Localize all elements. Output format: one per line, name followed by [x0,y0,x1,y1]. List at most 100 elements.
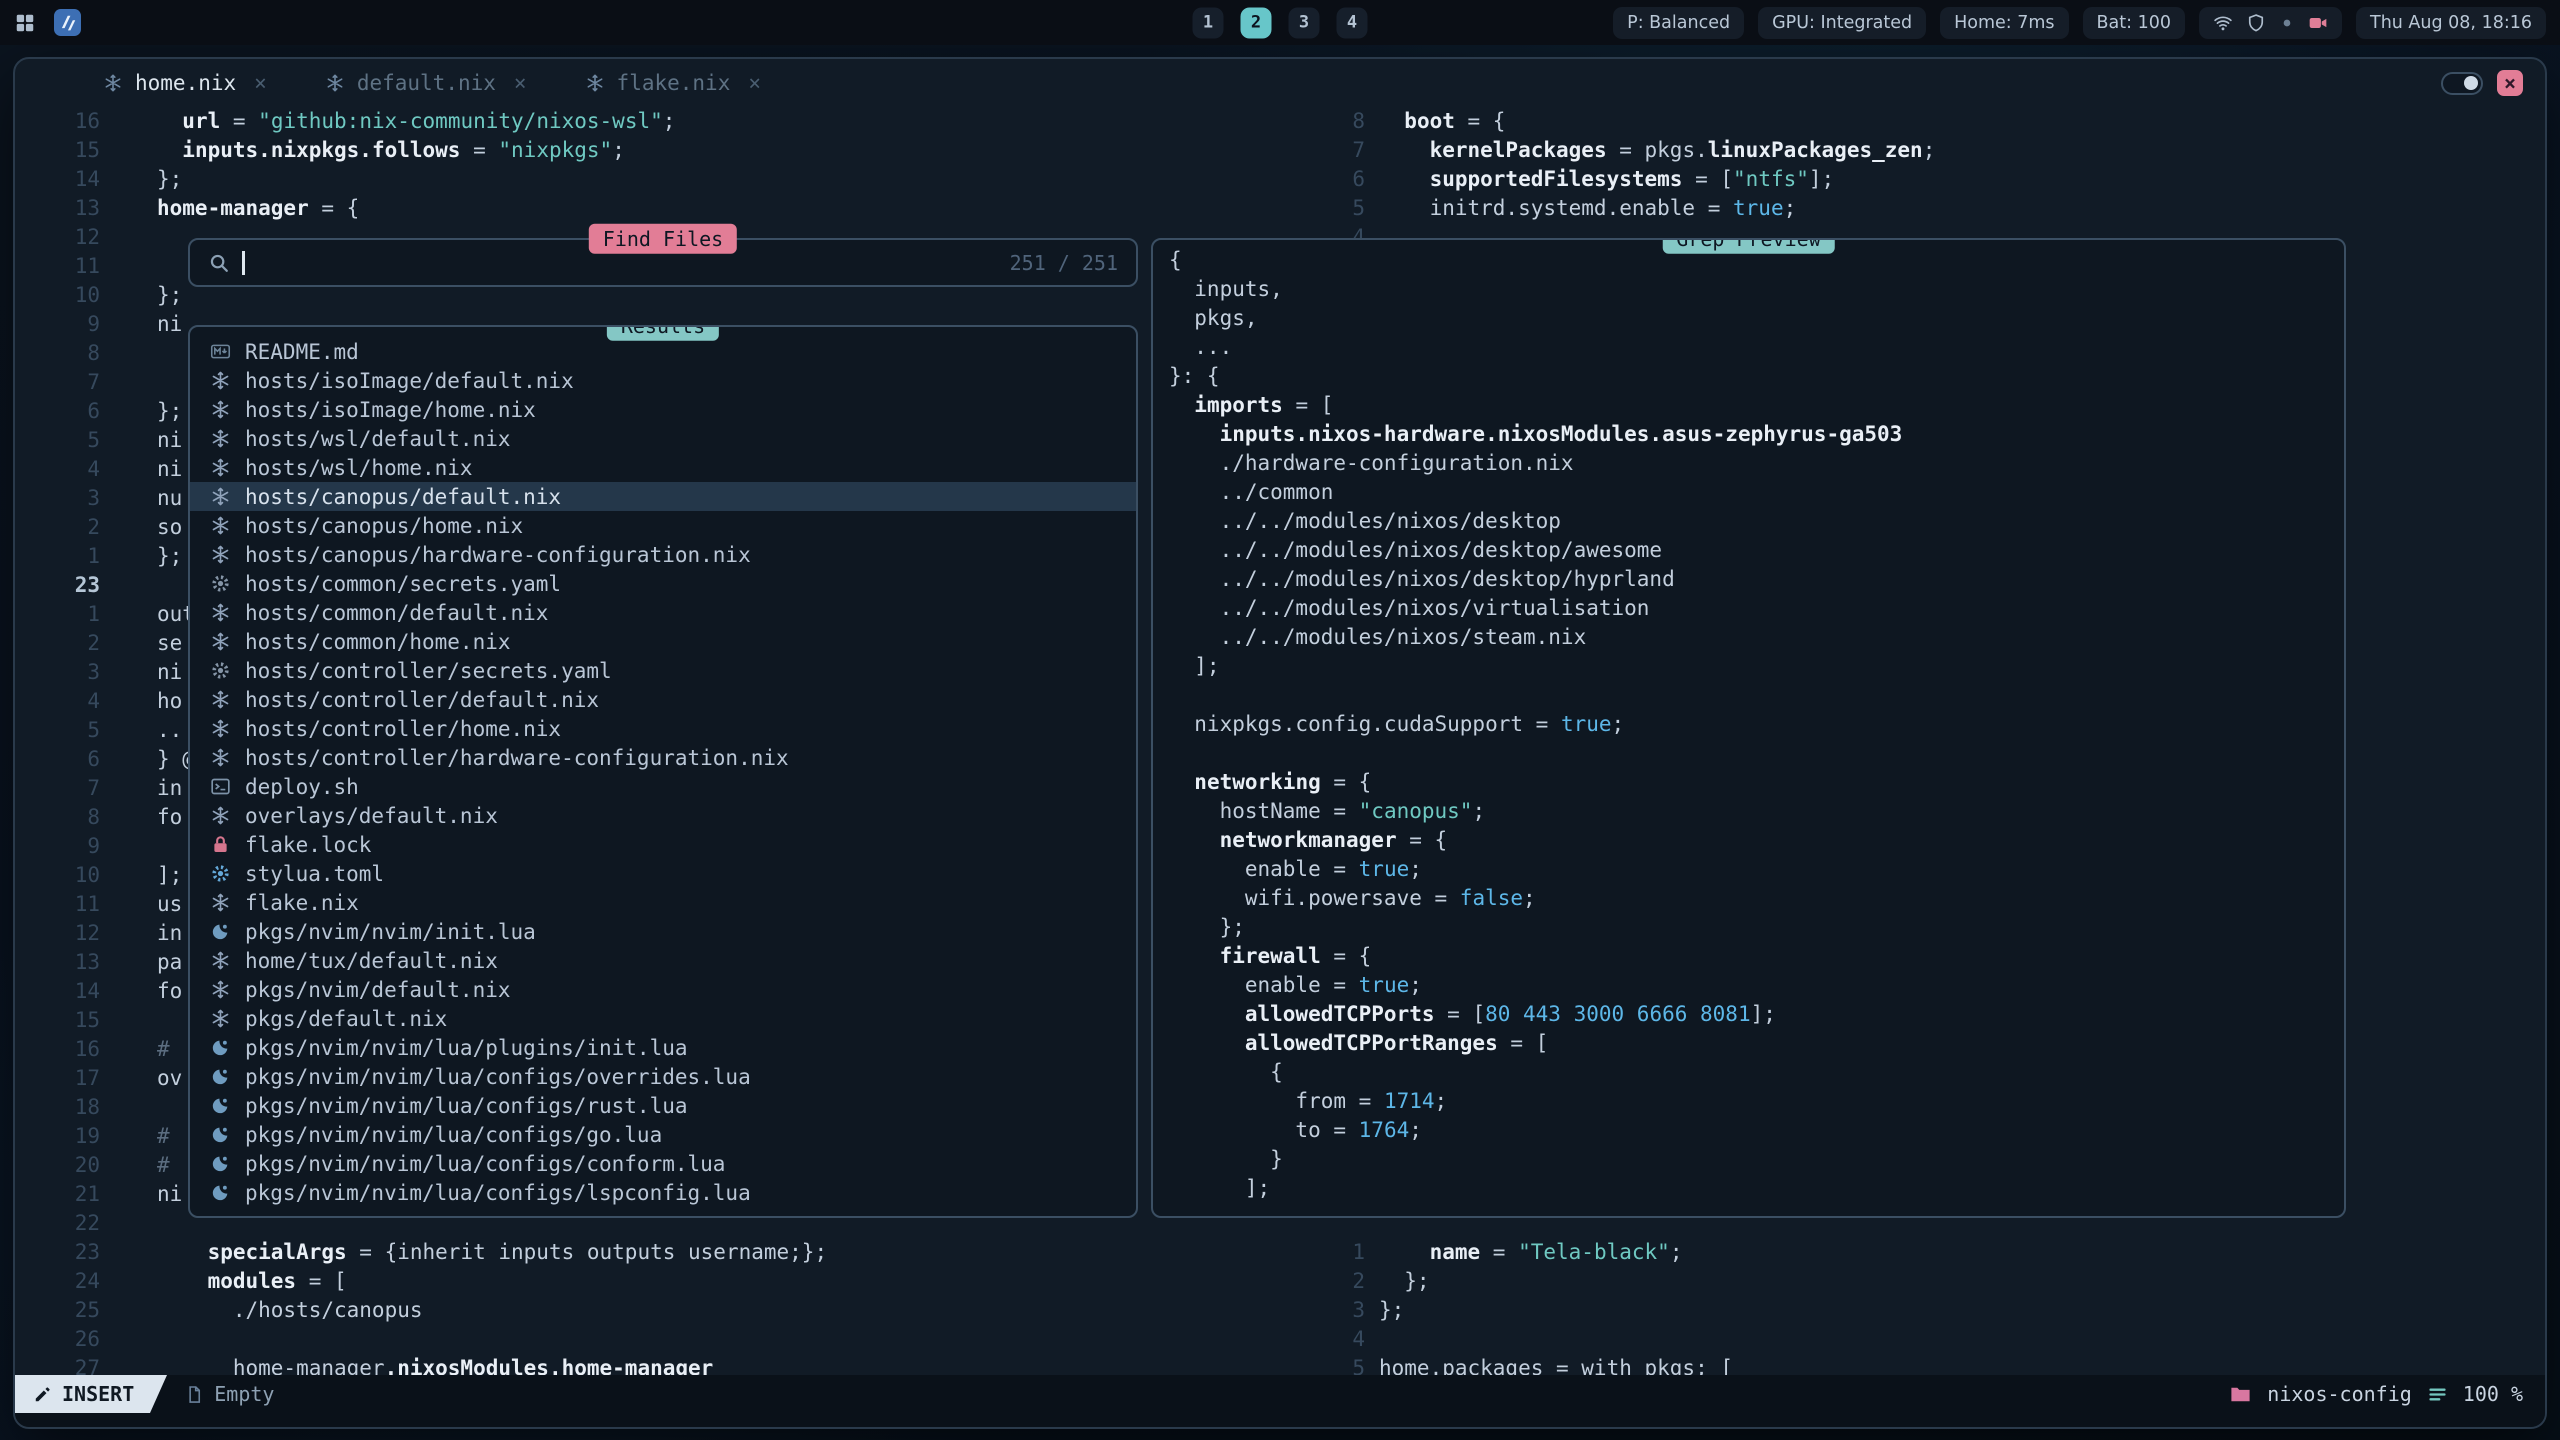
workspace-3[interactable]: 3 [1289,7,1320,38]
file-result-item[interactable]: hosts/canopus/hardware-configuration.nix [190,540,1136,569]
file-result-item[interactable]: hosts/wsl/home.nix [190,453,1136,482]
preview-line: ../../modules/nixos/desktop/awesome [1153,536,2344,565]
buffer-indicator: Empty [185,1382,274,1406]
line-number: 22 [15,1209,100,1238]
topbar-module: P: Balanced [1613,7,1744,39]
file-result-item[interactable]: hosts/canopus/home.nix [190,511,1136,540]
tab-close-icon[interactable]: × [514,71,527,95]
file-result-item[interactable]: pkgs/nvim/nvim/lua/configs/overrides.lua [190,1062,1136,1091]
line-number: 16 [15,1035,100,1064]
preview-line: networkmanager = { [1153,826,2344,855]
line-number: 11 [15,252,100,281]
line-number: 26 [15,1325,100,1354]
line-number: 1 [1315,1238,1365,1267]
line-number: 24 [15,1267,100,1296]
tab-flake.nix[interactable]: flake.nix× [585,71,761,95]
file-result-item[interactable]: hosts/common/secrets.yaml [190,569,1136,598]
preview-line: enable = true; [1153,855,2344,884]
preview-line: ../../modules/nixos/steam.nix [1153,623,2344,652]
tab-default.nix[interactable]: default.nix× [325,71,527,95]
file-result-item[interactable]: pkgs/nvim/nvim/lua/plugins/init.lua [190,1033,1136,1062]
line-number: 9 [15,832,100,861]
file-result-item[interactable]: home/tux/default.nix [190,946,1136,975]
tab-close-icon[interactable]: × [748,71,761,95]
line-number: 23 [15,571,100,600]
file-result-item[interactable]: hosts/common/home.nix [190,627,1136,656]
file-result-label: pkgs/nvim/nvim/lua/plugins/init.lua [245,1036,688,1060]
file-result-item[interactable]: flake.lock [190,830,1136,859]
line-number: 8 [15,339,100,368]
pencil-icon [33,1385,52,1404]
preview-line: } [1153,1145,2344,1174]
code-line: 14}; [15,165,1315,194]
line-number: 20 [15,1151,100,1180]
file-result-item[interactable]: flake.nix [190,888,1136,917]
file-result-item[interactable]: pkgs/nvim/nvim/lua/configs/go.lua [190,1120,1136,1149]
preview-line: inputs.nixos-hardware.nixosModules.asus-… [1153,420,2344,449]
line-number: 25 [15,1296,100,1325]
preview-line: ../common [1153,478,2344,507]
file-result-item[interactable]: hosts/controller/secrets.yaml [190,656,1136,685]
preview-line: ... [1153,333,2344,362]
workspace-4[interactable]: 4 [1337,7,1368,38]
file-result-label: pkgs/nvim/default.nix [245,978,511,1002]
sh-icon [210,776,231,797]
file-result-label: hosts/wsl/default.nix [245,427,511,451]
window-close-button[interactable]: × [2497,70,2523,96]
line-number: 13 [15,948,100,977]
preview-line: ../../modules/nixos/desktop/hyprland [1153,565,2344,594]
nix-icon [210,689,231,710]
line-number: 15 [15,1006,100,1035]
grep-preview-panel: Grep Preview { inputs, pkgs, ...}: { imp… [1151,238,2346,1218]
file-result-item[interactable]: pkgs/nvim/nvim/lua/configs/lspconfig.lua [190,1178,1136,1207]
tab-close-icon[interactable]: × [254,71,267,95]
file-result-item[interactable]: hosts/controller/default.nix [190,685,1136,714]
mode-slant [150,1375,167,1413]
launcher-logo-icon[interactable] [54,9,81,36]
tab-home.nix[interactable]: home.nix× [103,71,267,95]
file-result-item[interactable]: deploy.sh [190,772,1136,801]
code-line: 27 home-manager.nixosModules.home-manage… [15,1354,1315,1375]
window-pin-toggle[interactable] [2441,72,2483,95]
file-result-item[interactable]: hosts/canopus/default.nix [190,482,1136,511]
text-cursor [242,251,245,275]
mode-label: INSERT [62,1382,134,1406]
file-result-item[interactable]: hosts/isoImage/default.nix [190,366,1136,395]
find-files-prompt[interactable]: Find Files 251 / 251 [188,238,1138,287]
wifi-icon [2213,13,2233,33]
file-result-item[interactable]: pkgs/nvim/nvim/lua/configs/rust.lua [190,1091,1136,1120]
workspace-2[interactable]: 2 [1241,7,1272,38]
file-result-item[interactable]: hosts/common/default.nix [190,598,1136,627]
file-result-item[interactable]: stylua.toml [190,859,1136,888]
file-result-item[interactable]: hosts/isoImage/home.nix [190,395,1136,424]
file-result-item[interactable]: hosts/controller/hardware-configuration.… [190,743,1136,772]
file-result-item[interactable]: pkgs/nvim/default.nix [190,975,1136,1004]
mode-indicator: INSERT [15,1375,150,1413]
workspaces: 1234 [1193,7,1368,38]
file-result-item[interactable]: hosts/controller/home.nix [190,714,1136,743]
camera-icon [2308,13,2328,33]
topbar-right: P: BalancedGPU: IntegratedHome: 7msBat: … [1613,7,2546,39]
topbar-left [14,9,81,36]
file-result-item[interactable]: overlays/default.nix [190,801,1136,830]
project-name: nixos-config [2267,1382,2412,1406]
preview-line: allowedTCPPorts = [80 443 3000 6666 8081… [1153,1000,2344,1029]
nix-icon [210,486,231,507]
line-number: 6 [1315,165,1365,194]
file-result-item[interactable]: pkgs/nvim/nvim/lua/configs/conform.lua [190,1149,1136,1178]
file-result-item[interactable]: pkgs/default.nix [190,1004,1136,1033]
file-result-label: flake.nix [245,891,359,915]
line-number: 2 [15,513,100,542]
file-result-label: hosts/isoImage/home.nix [245,398,536,422]
line-number: 9 [15,310,100,339]
file-result-item[interactable]: pkgs/nvim/nvim/init.lua [190,917,1136,946]
app-launcher-icon[interactable] [14,12,36,34]
file-result-item[interactable]: README.md [190,337,1136,366]
preview-line: hostName = "canopus"; [1153,797,2344,826]
scroll-position: 100 % [2463,1382,2523,1406]
file-result-item[interactable]: hosts/wsl/default.nix [190,424,1136,453]
topbar-modules: P: BalancedGPU: IntegratedHome: 7msBat: … [1613,7,2185,39]
code-line: 24 modules = [ [15,1267,1315,1296]
workspace-1[interactable]: 1 [1193,7,1224,38]
code-line: 2 }; [1315,1267,2545,1296]
